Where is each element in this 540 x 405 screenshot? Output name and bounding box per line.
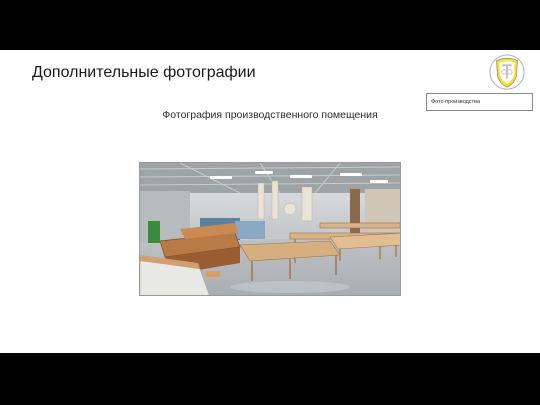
workshop-scene [140,163,400,295]
slide: Дополнительные фотографии Фото производс… [0,50,540,353]
workshop-photo [139,162,401,296]
photo-caption: Фотография производственного помещения [162,109,378,121]
shield-crest-icon [489,54,525,90]
slide-title: Дополнительные фотографии [32,64,256,81]
